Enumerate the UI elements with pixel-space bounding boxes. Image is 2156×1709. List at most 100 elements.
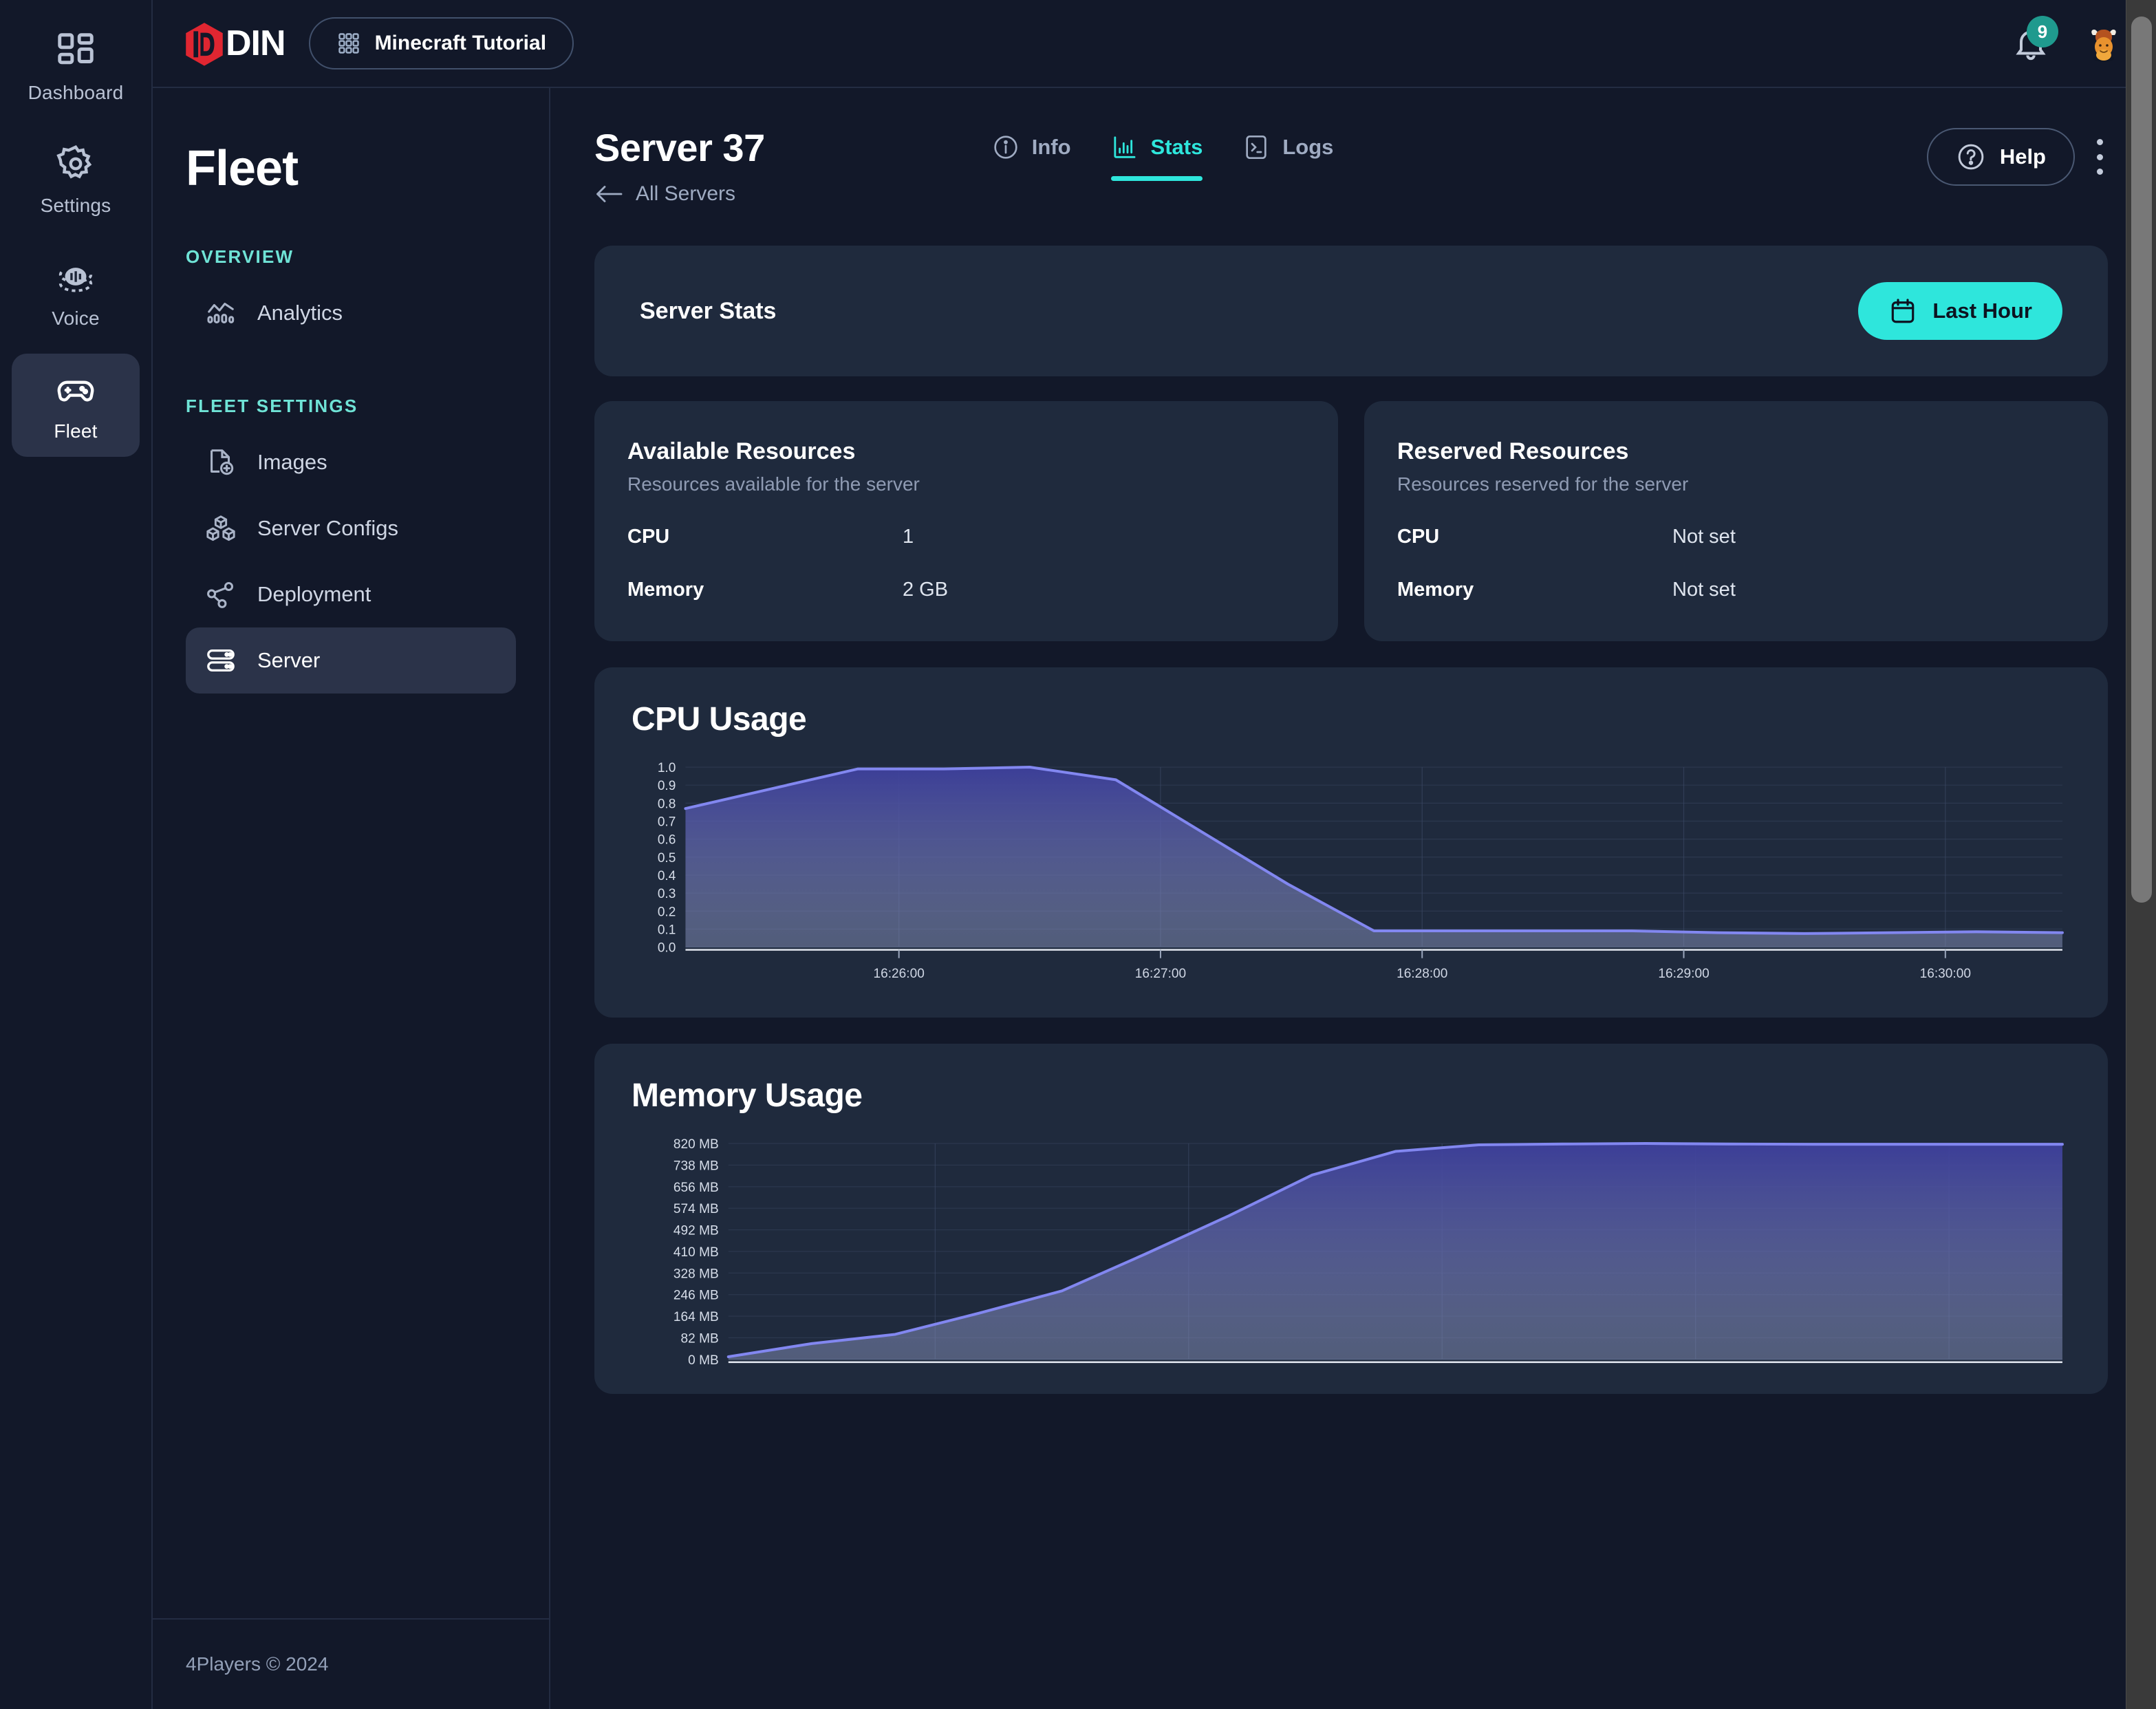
tab-label: Info xyxy=(1031,135,1071,159)
card-subtitle: Resources reserved for the server xyxy=(1397,473,1689,495)
rail-item-settings[interactable]: Settings xyxy=(12,128,140,231)
y-tick-label: 0.9 xyxy=(658,779,676,793)
y-tick-label: 0.3 xyxy=(658,887,676,901)
y-tick-label: 656 MB xyxy=(673,1181,719,1195)
resource-row: CPU 1 xyxy=(627,526,1305,548)
sidebar-item-label: Server Configs xyxy=(257,516,399,540)
tab-label: Stats xyxy=(1150,135,1203,159)
resource-value: Not set xyxy=(1672,579,1736,601)
arrow-left-icon xyxy=(594,184,623,204)
card-title: Reserved Resources xyxy=(1397,438,1629,464)
sidebar-item-label: Deployment xyxy=(257,582,371,606)
tab-stats-row: Stats xyxy=(1111,133,1203,161)
memory-usage-chart-card: Memory Usage 0 MB 82 MB 164 MB 246 MB 328 MB… xyxy=(594,1043,2108,1394)
resource-row: CPU Not set xyxy=(1397,526,2075,548)
right-column: DIN Minecraft Tutorial 9 Fleet OVERVIEW … xyxy=(153,0,2156,1709)
notifications-button[interactable]: 9 xyxy=(2012,16,2058,63)
resource-value: 2 GB xyxy=(903,579,949,601)
gamepad-icon xyxy=(54,368,97,411)
voice-icon xyxy=(54,255,97,298)
available-resources-card: Available Resources Resources available … xyxy=(594,401,1338,641)
sidebar-item-label: Images xyxy=(257,450,327,474)
sidebar-item-server[interactable]: Server xyxy=(186,627,516,694)
help-button[interactable]: Help xyxy=(1926,128,2075,186)
server-stats-bar: Server Stats Last Hour xyxy=(594,246,2108,376)
y-tick-label: 0.0 xyxy=(658,941,676,956)
notification-badge: 9 xyxy=(2027,16,2058,47)
sidebar-item-server-configs[interactable]: Server Configs xyxy=(186,495,516,561)
rail-item-voice[interactable]: Voice xyxy=(12,241,140,344)
card-title: Available Resources xyxy=(627,438,856,464)
rail-item-fleet[interactable]: Fleet xyxy=(12,354,140,457)
subnav-section-fleet-settings-label: FLEET SETTINGS xyxy=(186,396,358,416)
primary-rail: Dashboard Settings Voice Fleet xyxy=(0,0,153,1709)
cpu-plot-svg: 0.0 0.1 0.2 0.3 0.4 0.5 0.6 0.7 0.8 0.9 1.0 16:26:0… xyxy=(658,762,2064,981)
kebab-menu-icon[interactable] xyxy=(2091,135,2108,179)
fleet-subnav: Fleet OVERVIEW Analytics FLEET SETTINGS … xyxy=(153,88,550,1709)
project-selector[interactable]: Minecraft Tutorial xyxy=(308,17,574,69)
y-tick-label: 0.4 xyxy=(658,869,676,883)
header-actions: Help xyxy=(1926,128,2108,186)
odin-logo-icon xyxy=(184,22,224,66)
footer-copyright: 4Players © 2024 xyxy=(153,1618,549,1709)
sidebar-item-label: Analytics xyxy=(257,301,343,325)
x-tick-label: 16:30:00 xyxy=(1920,967,1971,981)
reserved-resources-card: Reserved Resources Resources reserved fo… xyxy=(1364,401,2108,641)
sidebar-item-images[interactable]: Images xyxy=(186,429,516,495)
sidebar-item-deployment[interactable]: Deployment xyxy=(186,561,516,627)
period-selector-button[interactable]: Last Hour xyxy=(1858,282,2062,340)
viking-avatar-icon[interactable] xyxy=(2083,23,2124,64)
back-to-all-servers[interactable]: All Servers xyxy=(594,182,765,206)
y-tick-label: 0 MB xyxy=(688,1353,719,1366)
y-tick-label: 0.7 xyxy=(658,815,676,830)
info-circle-icon xyxy=(992,133,1020,161)
sidebar-item-label: Server xyxy=(257,648,321,672)
cpu-usage-chart-card: CPU Usage 0.0 0.1 0.2 0.3 0.4 0.5 0.6 0.7 0.8 0.9… xyxy=(594,667,2108,1018)
page-title: Server 37 xyxy=(594,126,765,169)
help-label: Help xyxy=(1999,144,2046,169)
page-scrollbar[interactable] xyxy=(2126,0,2156,1709)
scrollbar-thumb[interactable] xyxy=(2131,17,2152,903)
memory-plot: 0 MB 82 MB 164 MB 246 MB 328 MB 410 MB 492 MB 5… xyxy=(632,1138,2071,1366)
terminal-icon xyxy=(1242,133,1270,161)
logo-text: DIN xyxy=(226,23,286,63)
tab-label: Logs xyxy=(1282,135,1334,159)
y-tick-label: 246 MB xyxy=(673,1289,719,1303)
card-subtitle: Resources available for the server xyxy=(627,473,920,495)
tab-underline xyxy=(1242,176,1333,181)
resource-value: 1 xyxy=(903,526,914,548)
sidebar-item-analytics[interactable]: Analytics xyxy=(186,280,516,346)
subnav-title: Fleet xyxy=(186,141,299,196)
chart-title: CPU Usage xyxy=(632,701,807,738)
resource-key: Memory xyxy=(1397,579,1474,601)
resource-row: Memory 2 GB xyxy=(627,579,1305,601)
bar-chart-icon xyxy=(1111,133,1139,161)
tab-logs[interactable]: Logs xyxy=(1242,133,1333,192)
rail-item-dashboard[interactable]: Dashboard xyxy=(12,15,140,118)
main-header: Server 37 All Servers Info Stats Logs He… xyxy=(550,88,2156,206)
resource-value: Not set xyxy=(1672,526,1736,548)
tab-info[interactable]: Info xyxy=(992,133,1071,192)
resource-key: CPU xyxy=(627,526,670,548)
y-tick-label: 164 MB xyxy=(673,1310,719,1324)
app-logo[interactable]: DIN xyxy=(184,22,286,66)
gear-icon xyxy=(54,142,97,185)
tab-logs-row: Logs xyxy=(1242,133,1333,161)
topbar: DIN Minecraft Tutorial 9 xyxy=(153,0,2156,88)
memory-plot-svg: 0 MB 82 MB 164 MB 246 MB 328 MB 410 MB 492 MB 5… xyxy=(673,1138,2064,1366)
x-tick-label: 16:26:00 xyxy=(874,967,925,981)
y-tick-label: 0.6 xyxy=(658,833,676,848)
scroll-area: Server Stats Last Hour Available Resourc… xyxy=(550,206,2156,1709)
rail-item-label: Dashboard xyxy=(28,82,124,103)
y-tick-label: 1.0 xyxy=(658,762,676,775)
calendar-icon xyxy=(1888,297,1917,325)
tab-stats[interactable]: Stats xyxy=(1110,133,1203,192)
y-tick-label: 82 MB xyxy=(681,1331,719,1346)
y-tick-label: 492 MB xyxy=(673,1223,719,1238)
x-tick-label: 16:28:00 xyxy=(1397,967,1447,981)
cubes-icon xyxy=(205,513,237,544)
resource-row: Memory Not set xyxy=(1397,579,2075,601)
dashboard-icon xyxy=(54,30,97,72)
question-circle-icon xyxy=(1956,142,1986,172)
back-link-label: All Servers xyxy=(636,182,736,205)
